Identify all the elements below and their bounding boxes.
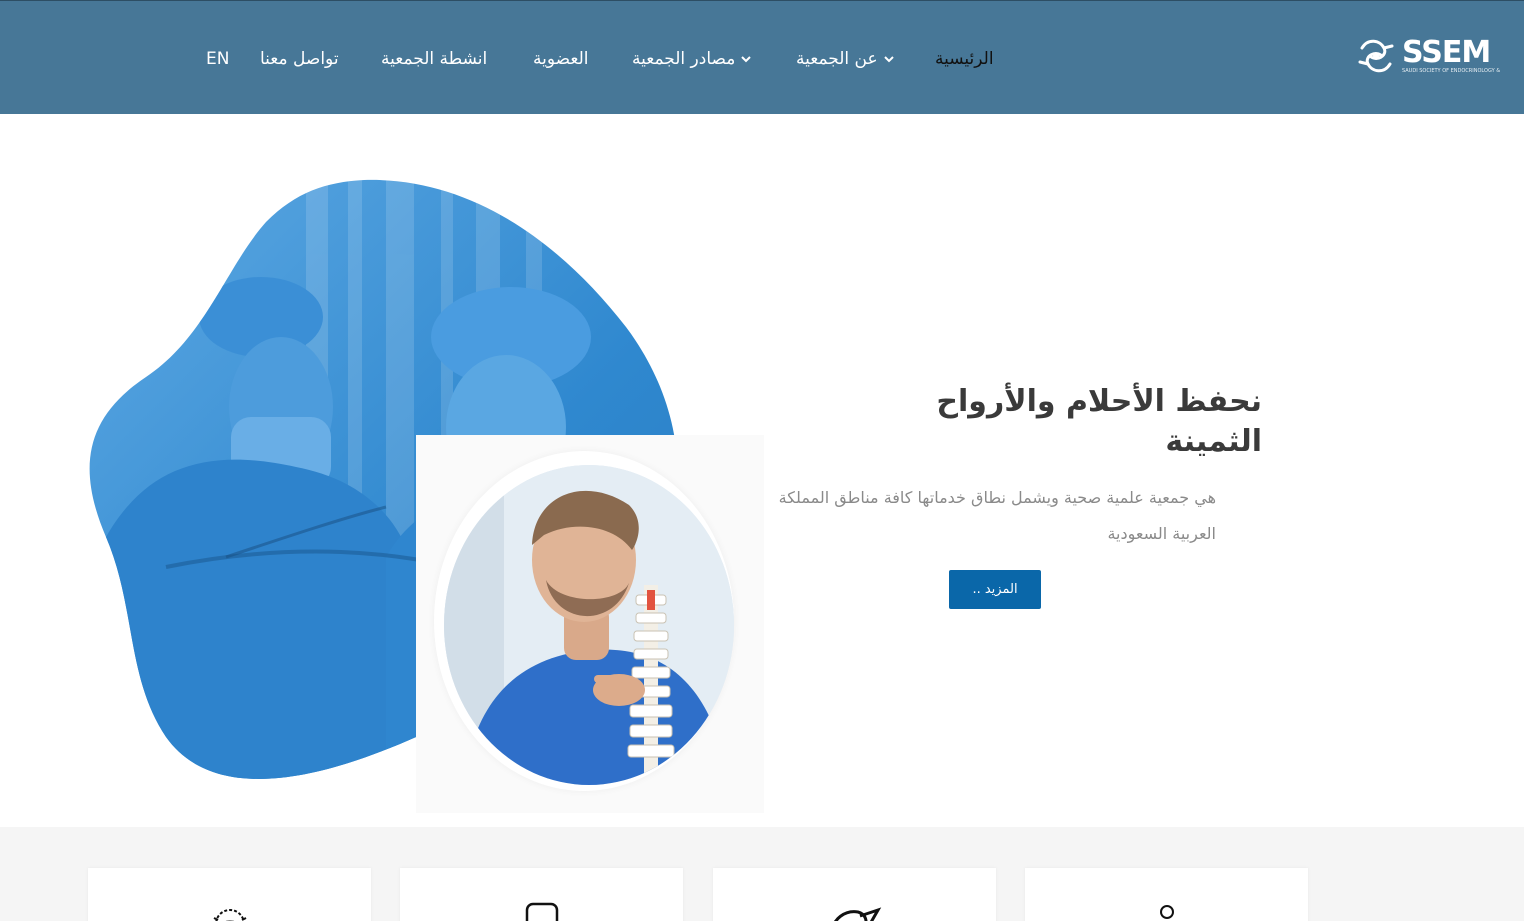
nav-label: EN	[206, 49, 230, 69]
feature-card[interactable]	[88, 868, 371, 921]
feature-card[interactable]	[713, 868, 996, 921]
nav-item-resources[interactable]: مصادر الجمعية	[632, 45, 752, 73]
handshake-icon	[213, 909, 246, 921]
nav-item-home[interactable]: الرئيسية	[935, 45, 994, 73]
feature-card[interactable]	[1025, 868, 1308, 921]
hero-title: نحفظ الأحلام والأرواح الثمينة	[936, 384, 1262, 459]
nav-item-membership[interactable]: العضوية	[533, 45, 588, 73]
doctor-spine-image-frame	[416, 435, 764, 813]
nav-item-contact[interactable]: تواصل معنا	[260, 45, 339, 73]
nav-label: انشطة الجمعية	[381, 49, 488, 69]
nav-item-about[interactable]: عن الجمعية	[796, 45, 894, 73]
features-section	[0, 827, 1524, 921]
chevron-down-icon	[883, 56, 894, 63]
main-nav: الرئيسية عن الجمعية مصادر الجمعية العضوي…	[0, 45, 1524, 73]
hero-description: هي جمعية علمية صحية ويشمل نطاق خدماتها ك…	[778, 488, 1216, 543]
nav-item-activities[interactable]: انشطة الجمعية	[381, 45, 487, 73]
nav-item-language-en[interactable]: EN	[206, 45, 229, 73]
nav-label: عن الجمعية	[796, 49, 878, 69]
brain-icon	[833, 907, 881, 921]
site-header: SSEM SAUDI SOCIETY OF ENDOCRINOLOGY & ME…	[0, 0, 1524, 114]
nav-label: الرئيسية	[935, 49, 994, 69]
more-button[interactable]: المزيد ..	[949, 570, 1041, 609]
cube-icon	[525, 902, 558, 921]
doctor-spine-image	[444, 465, 734, 785]
doctor-illustration	[444, 465, 734, 785]
chevron-down-icon	[741, 56, 752, 63]
nav-label: مصادر الجمعية	[632, 49, 736, 69]
nav-label: تواصل معنا	[260, 49, 339, 69]
nav-label: العضوية	[533, 49, 589, 69]
feature-card[interactable]	[400, 868, 683, 921]
person-icon	[1159, 905, 1174, 919]
